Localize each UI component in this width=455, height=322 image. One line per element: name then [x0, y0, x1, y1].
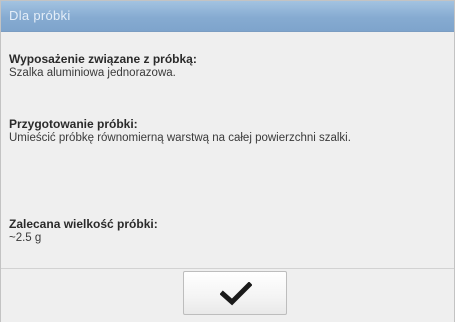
equipment-section: Wyposażenie związane z próbką: Szalka al…: [9, 52, 448, 80]
sample-size-value: ~2.5 g: [9, 232, 42, 244]
preparation-section: Przygotowanie próbki: Umieścić próbkę ró…: [9, 117, 448, 145]
dialog-footer: [1, 268, 454, 322]
preparation-label: Przygotowanie próbki:: [9, 117, 138, 131]
checkmark-icon: [220, 282, 252, 306]
sample-size-section: Zalecana wielkość próbki: ~2.5 g: [9, 217, 448, 245]
title-bar: Dla próbki: [1, 1, 454, 32]
dialog-title: Dla próbki: [9, 8, 71, 23]
equipment-value: Szalka aluminiowa jednorazowa.: [9, 67, 176, 79]
dialog-content: Wyposażenie związane z próbką: Szalka al…: [1, 32, 454, 268]
confirm-button[interactable]: [183, 271, 287, 315]
preparation-value: Umieścić próbkę równomierną warstwą na c…: [9, 132, 351, 144]
equipment-label: Wyposażenie związane z próbką:: [9, 52, 197, 66]
sample-size-label: Zalecana wielkość próbki:: [9, 217, 158, 231]
sample-info-dialog: Dla próbki Wyposażenie związane z próbką…: [0, 0, 455, 322]
